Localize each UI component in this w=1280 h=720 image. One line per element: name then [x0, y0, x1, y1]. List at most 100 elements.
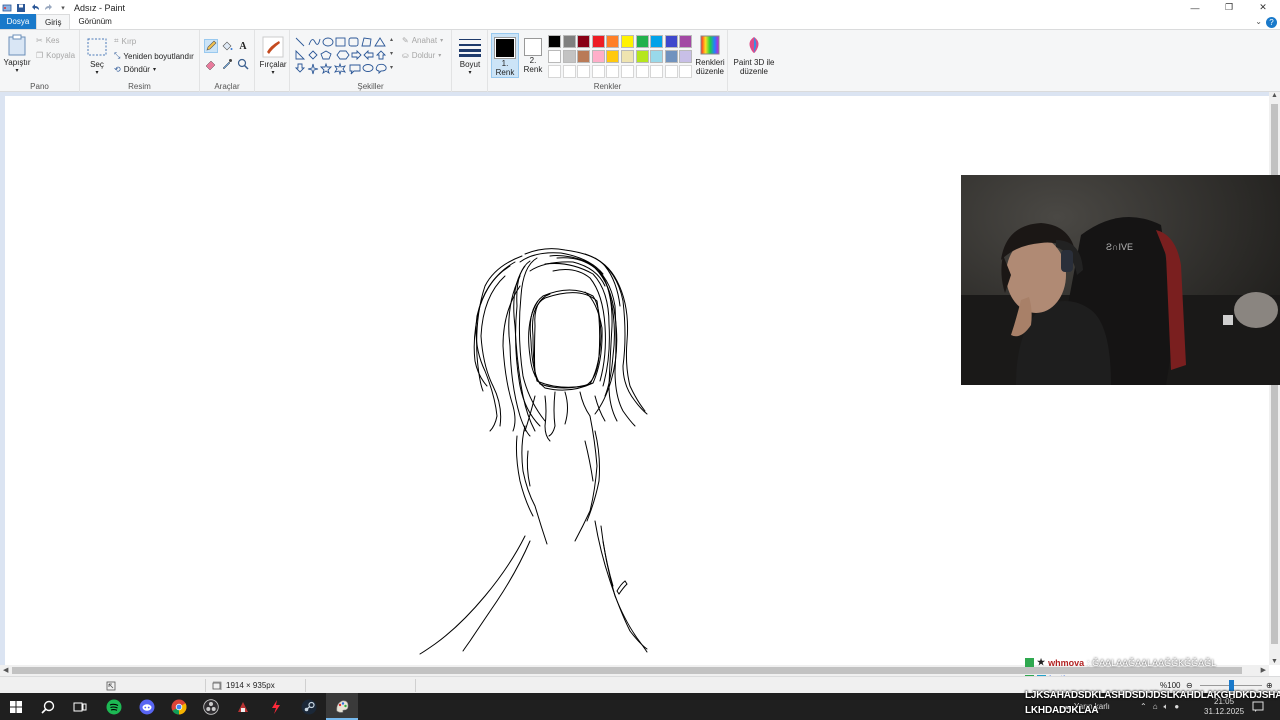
scroll-up-arrow-icon[interactable]: ▲: [1269, 92, 1280, 99]
size-chevron-icon: ▾: [468, 70, 472, 76]
palette-swatch[interactable]: [621, 35, 634, 48]
valorant-style-icon[interactable]: [260, 693, 292, 720]
scroll-right-arrow-icon[interactable]: ▶: [1261, 665, 1266, 676]
palette-swatch-empty[interactable]: [679, 65, 693, 78]
select-button[interactable]: Seç ▾: [86, 36, 108, 78]
outline-label: Anahat: [411, 36, 438, 45]
task-view-icon[interactable]: [64, 693, 96, 720]
tab-home[interactable]: Giriş: [36, 14, 71, 29]
help-icon[interactable]: ?: [1266, 17, 1277, 28]
palette-swatch[interactable]: [606, 50, 620, 63]
tab-file[interactable]: Dosya: [0, 14, 36, 29]
paint-taskbar-icon[interactable]: [326, 693, 358, 720]
fill-icon: ⛀: [402, 51, 409, 60]
search-icon[interactable]: [32, 693, 64, 720]
fill-bucket-icon[interactable]: [220, 39, 234, 53]
palette-swatch-empty[interactable]: [577, 65, 591, 78]
tools-group-label: Araçlar: [214, 82, 240, 91]
paint3d-label-1: Paint 3D ile: [733, 58, 775, 67]
redo-icon[interactable]: [44, 3, 54, 13]
chrome-icon[interactable]: [163, 693, 195, 720]
cut-button[interactable]: ✂ Kes: [36, 36, 60, 45]
resize-button[interactable]: ⤡ Yeniden boyutlandır: [114, 51, 194, 61]
group-paint3d: Paint 3D ile düzenle: [728, 30, 778, 92]
scroll-down-arrow-icon[interactable]: ▼: [1269, 658, 1280, 665]
palette-swatch[interactable]: [606, 35, 620, 48]
text-tool-icon[interactable]: A: [236, 39, 250, 53]
palette-swatch[interactable]: [650, 35, 664, 48]
steam-icon[interactable]: [293, 693, 325, 720]
collapse-ribbon-icon[interactable]: ⌄: [1255, 17, 1262, 26]
paste-button[interactable]: Yapıştır ▾: [4, 34, 31, 76]
group-tools: A Araçlar: [200, 30, 255, 92]
color2-button[interactable]: 2. Renk: [521, 33, 545, 78]
palette-swatch[interactable]: [635, 50, 649, 63]
rotate-button[interactable]: ⟲ Döndür ▾: [114, 65, 156, 74]
fill-button[interactable]: ⛀ Doldur ▾: [402, 51, 441, 60]
edit-colors-button[interactable]: Renkleri düzenle: [693, 34, 727, 76]
size-label: Boyut: [459, 60, 481, 69]
scroll-left-arrow-icon[interactable]: ◀: [3, 665, 8, 676]
palette-swatch[interactable]: [650, 50, 664, 63]
eraser-icon[interactable]: [204, 57, 218, 71]
palette-swatch[interactable]: [577, 50, 591, 63]
customize-qat-chevron-icon[interactable]: ▾: [58, 3, 68, 13]
palette-swatch[interactable]: [591, 50, 605, 63]
palette-swatch[interactable]: [577, 35, 591, 48]
palette-swatch[interactable]: [621, 50, 634, 63]
palette-swatch-empty[interactable]: [635, 65, 649, 78]
brushes-button[interactable]: Fırçalar ▾: [258, 36, 288, 78]
window-title: Adsız - Paint: [74, 2, 126, 13]
palette-swatch-empty[interactable]: [621, 65, 634, 78]
shapes-scroll-up-icon[interactable]: ▴: [390, 36, 393, 43]
palette-swatch-empty[interactable]: [606, 65, 620, 78]
maximize-button[interactable]: ❐: [1212, 0, 1246, 15]
palette-swatch-empty[interactable]: [548, 65, 561, 78]
palette-swatch[interactable]: [635, 35, 649, 48]
palette-swatch[interactable]: [591, 35, 605, 48]
paint3d-button[interactable]: Paint 3D ile düzenle: [731, 34, 777, 76]
copy-button[interactable]: ❐ Kopyala: [36, 51, 75, 60]
color-picker-icon[interactable]: [220, 57, 234, 71]
tab-view[interactable]: Görünüm: [70, 14, 119, 29]
palette-swatch-empty[interactable]: [664, 65, 678, 78]
shapes-scroll-down-icon[interactable]: ▾: [390, 50, 393, 57]
shapes-more-icon[interactable]: ▾: [390, 64, 393, 71]
magnifier-icon[interactable]: [236, 57, 250, 71]
palette-swatch-empty[interactable]: [650, 65, 664, 78]
undo-icon[interactable]: [30, 3, 40, 13]
palette-swatch-empty[interactable]: [562, 65, 576, 78]
shapes-gallery[interactable]: [294, 36, 394, 80]
microphone-icon[interactable]: ●: [1174, 702, 1179, 711]
colors-group-label: Renkler: [593, 82, 622, 91]
palette-swatch-empty[interactable]: [591, 65, 605, 78]
palette-swatch[interactable]: [548, 50, 561, 63]
palette-swatch[interactable]: [548, 35, 561, 48]
color1-button[interactable]: 1. Renk: [491, 33, 519, 78]
palette-swatch[interactable]: [562, 35, 576, 48]
volume-icon[interactable]: 🔈︎: [1164, 702, 1169, 712]
discord-icon[interactable]: [131, 693, 163, 720]
outline-button[interactable]: ✎ Anahat ▾: [402, 36, 443, 45]
close-button[interactable]: ✕: [1246, 0, 1280, 15]
palette-swatch[interactable]: [562, 50, 576, 63]
paint-app-icon: [2, 3, 12, 13]
palette-swatch[interactable]: [679, 50, 693, 63]
horizontal-scroll-thumb[interactable]: [12, 667, 1242, 674]
tray-overflow-icon[interactable]: ⌃: [1140, 702, 1147, 711]
pencil-tool-icon[interactable]: [204, 39, 218, 53]
palette-swatch[interactable]: [679, 35, 693, 48]
windows-start-icon[interactable]: [0, 693, 32, 720]
crop-button[interactable]: ⌗ Kırp: [114, 36, 136, 46]
palette-swatch[interactable]: [664, 35, 678, 48]
obs-icon[interactable]: [195, 693, 227, 720]
save-icon[interactable]: [16, 3, 26, 13]
palette-swatch[interactable]: [664, 50, 678, 63]
spotify-icon[interactable]: [98, 693, 130, 720]
network-icon[interactable]: ⌂: [1153, 702, 1158, 711]
minimize-button[interactable]: —: [1178, 0, 1212, 15]
paint3d-icon: [743, 34, 765, 56]
size-button[interactable]: Boyut ▾: [457, 36, 483, 78]
game-app-icon[interactable]: [227, 693, 259, 720]
color1-label-number: 1.: [501, 59, 509, 68]
